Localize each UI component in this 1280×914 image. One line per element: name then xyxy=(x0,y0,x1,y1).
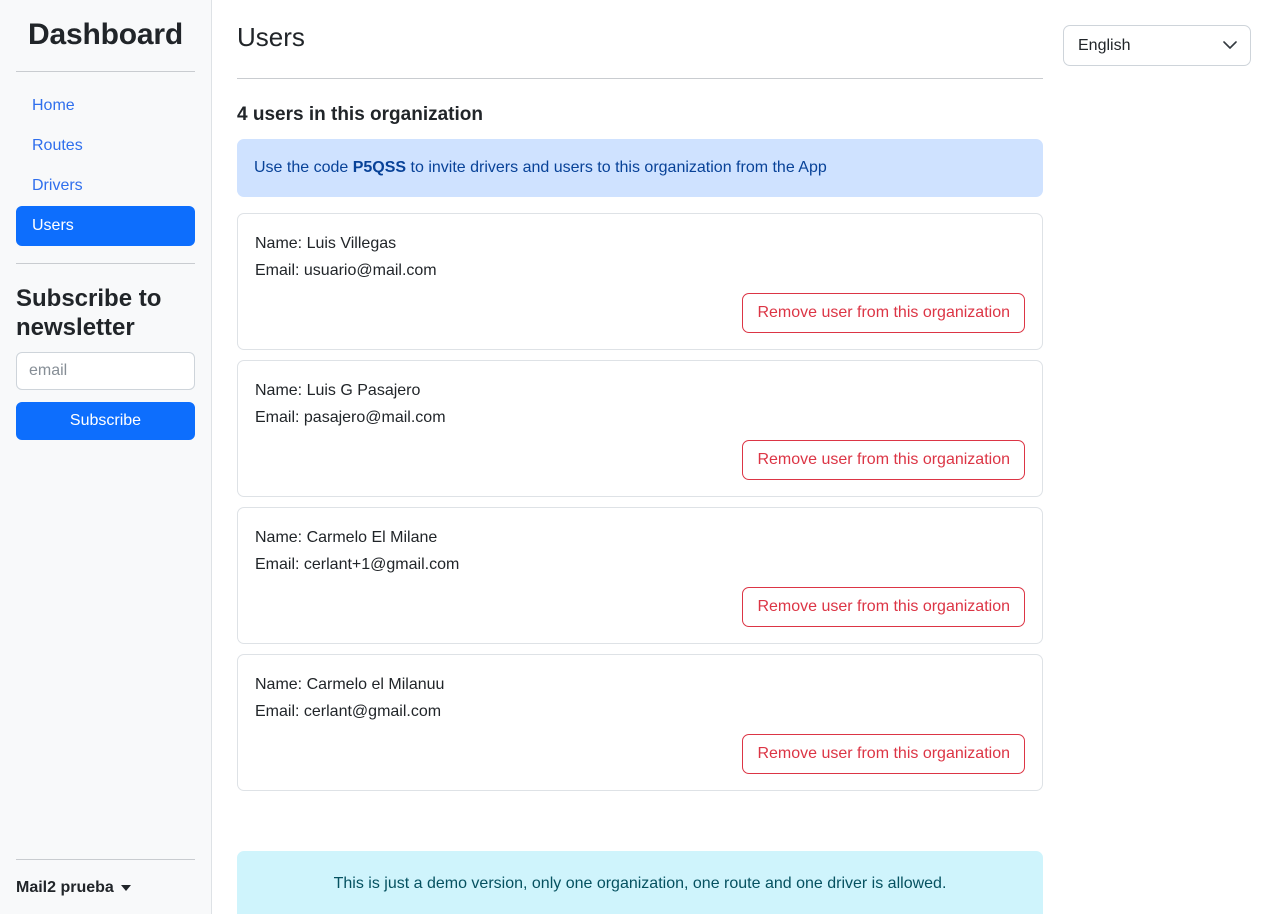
user-email: Email: pasajero@mail.com xyxy=(255,409,446,426)
language-select[interactable]: English xyxy=(1063,25,1251,66)
language-selector: English xyxy=(1063,25,1251,66)
remove-user-button[interactable]: Remove user from this organization xyxy=(742,734,1025,774)
account-menu-label: Mail2 prueba xyxy=(16,879,114,896)
account-menu-toggle[interactable]: Mail2 prueba xyxy=(16,878,131,898)
title-divider xyxy=(237,78,1043,79)
user-email: Email: cerlant@gmail.com xyxy=(255,703,442,720)
newsletter-title: Subscribe to newsletter xyxy=(16,285,162,341)
user-name: Name: Carmelo El Milane xyxy=(255,529,438,546)
demo-notice-line-1: This is just a demo version, only one or… xyxy=(333,875,947,892)
subscribe-button[interactable]: Subscribe xyxy=(16,402,195,440)
user-card-actions: Remove user from this organization xyxy=(255,734,1025,774)
main-content: Users English 4 users in this organizati… xyxy=(212,0,1280,914)
demo-notice-alert: This is just a demo version, only one or… xyxy=(237,851,1043,914)
sidebar-item-users[interactable]: Users xyxy=(16,206,195,246)
remove-user-button[interactable]: Remove user from this organization xyxy=(742,440,1025,480)
user-name: Name: Luis G Pasajero xyxy=(255,382,421,399)
user-email: Email: cerlant+1@gmail.com xyxy=(255,556,460,573)
brand-title: Dashboard xyxy=(28,18,183,51)
remove-user-button[interactable]: Remove user from this organization xyxy=(742,293,1025,333)
user-card: Name: Luis Villegas Email: usuario@mail.… xyxy=(237,213,1043,350)
invite-code-value: P5QSS xyxy=(352,159,407,176)
invite-alert-prefix: Use the code xyxy=(254,159,353,176)
user-email: Email: usuario@mail.com xyxy=(255,262,437,279)
invite-code-alert: Use the code P5QSS to invite drivers and… xyxy=(237,139,1043,197)
sidebar-item-routes[interactable]: Routes xyxy=(16,126,195,166)
users-count-heading: 4 users in this organization xyxy=(237,104,483,125)
user-card: Name: Carmelo el Milanuu Email: cerlant@… xyxy=(237,654,1043,791)
newsletter-email-input[interactable] xyxy=(16,352,195,390)
user-card: Name: Carmelo El Milane Email: cerlant+1… xyxy=(237,507,1043,644)
user-name: Name: Carmelo el Milanuu xyxy=(255,676,445,693)
users-list: Name: Luis Villegas Email: usuario@mail.… xyxy=(237,213,1264,791)
sidebar-divider-footer xyxy=(16,859,195,860)
app-root: Dashboard Home Routes Drivers Users Subs… xyxy=(0,0,1280,914)
sidebar-divider-top xyxy=(16,71,195,72)
sidebar-footer: Mail2 prueba xyxy=(16,859,195,914)
invite-alert-suffix: to invite drivers and users to this orga… xyxy=(406,159,827,176)
page-title: Users xyxy=(237,22,305,52)
caret-down-icon xyxy=(120,885,131,891)
user-card-actions: Remove user from this organization xyxy=(255,440,1025,480)
remove-user-button[interactable]: Remove user from this organization xyxy=(742,587,1025,627)
sidebar-item-drivers[interactable]: Drivers xyxy=(16,166,195,206)
user-card-actions: Remove user from this organization xyxy=(255,587,1025,627)
sidebar-item-home[interactable]: Home xyxy=(16,86,195,126)
user-card: Name: Luis G Pasajero Email: pasajero@ma… xyxy=(237,360,1043,497)
sidebar: Dashboard Home Routes Drivers Users Subs… xyxy=(0,0,212,914)
user-card-actions: Remove user from this organization xyxy=(255,293,1025,333)
user-name: Name: Luis Villegas xyxy=(255,235,397,252)
sidebar-divider-newsletter xyxy=(16,263,195,264)
topbar: Users English xyxy=(237,0,1264,66)
sidebar-nav: Home Routes Drivers Users xyxy=(16,86,195,246)
